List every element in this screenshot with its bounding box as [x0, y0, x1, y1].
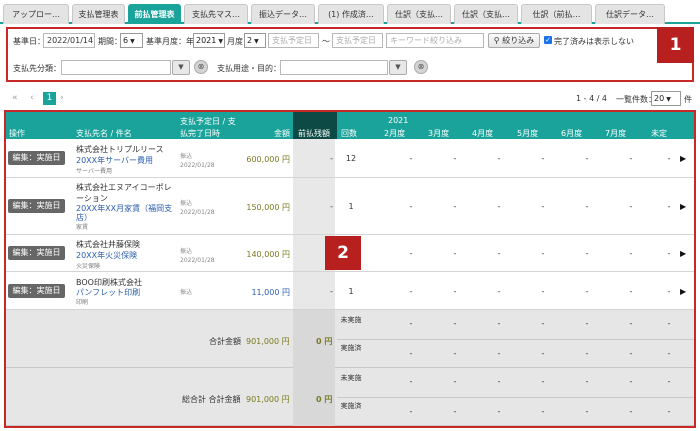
caret-down-icon: ▼	[254, 38, 259, 45]
vendor-category-input[interactable]	[61, 60, 171, 75]
tab-created[interactable]: (1) 作成済…	[318, 4, 384, 24]
vendor-category-label: 支払先分類：	[13, 64, 61, 73]
keyword-input[interactable]: キーワード絞り込み	[386, 33, 484, 48]
search-icon: ⚲	[493, 36, 500, 45]
hide-done-checkbox[interactable]: ✓	[544, 36, 552, 44]
per-page-unit: 件	[684, 95, 692, 104]
per-page-select[interactable]: 20 ▼	[651, 91, 681, 106]
base-date-input[interactable]: 2022/01/14	[43, 33, 95, 48]
caret-down-icon: ▼	[666, 96, 671, 103]
filter-button-label: 絞り込み	[502, 36, 535, 45]
due-date-to-input[interactable]: 支払予定日	[332, 33, 383, 48]
tab-vendor-master[interactable]: 支払先マス…	[184, 4, 248, 24]
caret-down-icon: ▼	[395, 63, 401, 71]
pager-prev-icon[interactable]: ‹	[30, 91, 34, 105]
pager-current-page[interactable]: 1	[43, 92, 56, 105]
tab-transfer-data[interactable]: 振込データ…	[251, 4, 315, 24]
tab-bar: アップロー… 支払管理表 前払管理表 支払先マス… 振込データ… (1) 作成済…	[0, 0, 700, 24]
month-value: 2	[247, 36, 253, 45]
purpose-input[interactable]	[280, 60, 388, 75]
month-unit-label: 月度	[227, 37, 243, 46]
period-label: 期間：	[98, 37, 122, 46]
caret-down-icon: ▼	[178, 63, 184, 71]
month-select[interactable]: 2 ▼	[244, 33, 266, 48]
pager-first-icon[interactable]: «	[12, 91, 18, 105]
purpose-dropdown[interactable]: ▼	[389, 60, 407, 75]
base-date-label: 基準日：	[13, 37, 45, 46]
hide-done-label: 完了済みは表示しない	[554, 37, 634, 46]
table-highlight-box	[4, 110, 696, 428]
tab-upload[interactable]: アップロー…	[3, 4, 69, 24]
year-value: 2021	[196, 36, 217, 45]
tab-journal-payment1[interactable]: 仕訳（支払…	[387, 4, 451, 24]
base-month-label: 基準月度：年	[146, 37, 194, 46]
vendor-category-clear-icon[interactable]: ⊗	[194, 60, 208, 74]
per-page-value: 20	[654, 94, 665, 103]
caret-down-icon: ▼	[130, 38, 135, 45]
per-page-label: 一覧件数：	[616, 95, 656, 104]
annotation-badge-1: 1	[657, 27, 694, 63]
tab-journal-data[interactable]: 仕訳データ…	[595, 4, 665, 24]
range-tilde: 〜	[322, 37, 330, 46]
vendor-category-dropdown[interactable]: ▼	[172, 60, 190, 75]
filter-button[interactable]: ⚲ 絞り込み	[488, 33, 540, 48]
period-value: 6	[123, 36, 129, 45]
period-select[interactable]: 6 ▼	[120, 33, 143, 48]
tab-journal-payment2[interactable]: 仕訳（支払…	[454, 4, 518, 24]
purpose-clear-icon[interactable]: ⊗	[414, 60, 428, 74]
tab-prepayment-table[interactable]: 前払管理表	[128, 4, 181, 24]
pager-range: 1 - 4 / 4	[576, 94, 608, 103]
tab-payment-table[interactable]: 支払管理表	[72, 4, 125, 24]
tab-journal-prepay[interactable]: 仕訳（前払…	[521, 4, 592, 24]
pager-next-icon[interactable]: ›	[60, 91, 64, 105]
due-date-from-input[interactable]: 支払予定日	[268, 33, 319, 48]
year-select[interactable]: 2021 ▼	[193, 33, 225, 48]
purpose-label: 支払用途・目的：	[217, 64, 281, 73]
caret-down-icon: ▼	[218, 38, 223, 45]
